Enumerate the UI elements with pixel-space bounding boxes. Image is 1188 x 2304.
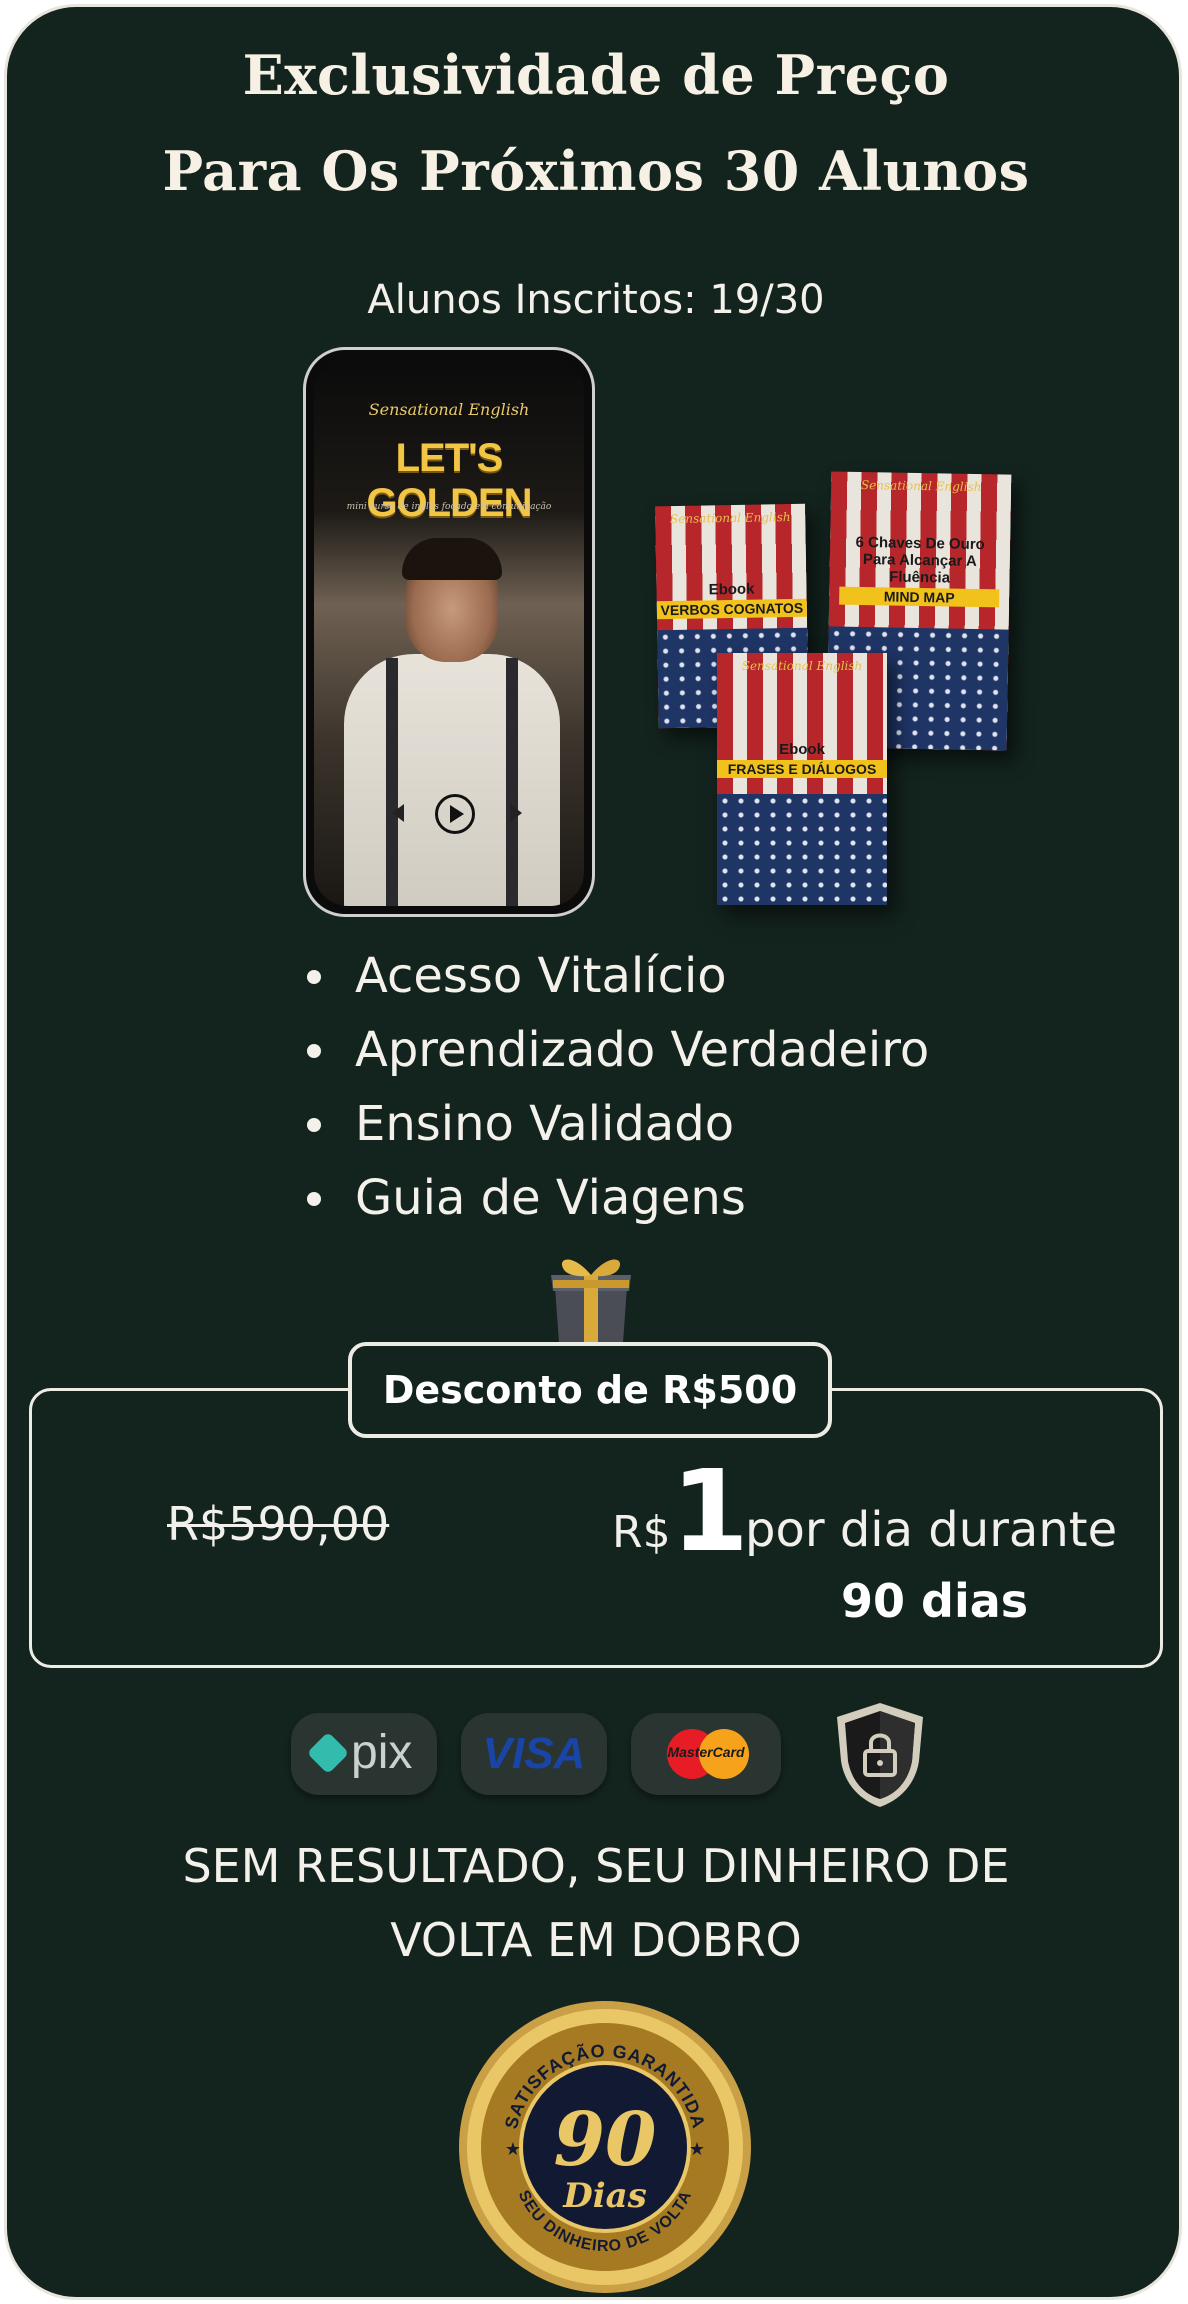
guarantee-text: SEM RESULTADO, SEU DINHEIRO DE VOLTA EM …: [7, 1829, 1179, 1977]
visa-icon: VISA: [461, 1713, 607, 1795]
book-label-band: VERBOS COGNATOS: [656, 598, 808, 620]
book-label: Ebook FRASES E DIÁLOGOS: [717, 741, 887, 778]
flag-stars: [717, 794, 887, 905]
book-label-line: 6 Chaves De Ouro Para Alcançar A Fluênci…: [855, 533, 985, 587]
visa-label: VISA: [482, 1729, 586, 1778]
enrolled-counter: Alunos Inscritos: 19/30: [367, 277, 825, 323]
book-label-band: FRASES E DIÁLOGOS: [717, 760, 887, 778]
price-duration: 90 dias: [841, 1574, 1029, 1628]
seal-word: Dias: [562, 2176, 647, 2216]
price-currency: R$: [612, 1507, 671, 1558]
pix-label: pix: [351, 1726, 413, 1779]
suspender-left: [386, 658, 398, 906]
pix-icon: pix: [291, 1713, 437, 1795]
offer-card: Exclusividade de Preço Para Os Próximos …: [4, 4, 1182, 2300]
seal-number: 90: [554, 2097, 657, 2183]
book-brand: Sensational English: [860, 477, 982, 495]
benefit-item: Aprendizado Verdadeiro: [307, 1013, 929, 1087]
seal-star-right: ★: [689, 2139, 705, 2160]
offer-title-line2: Para Os Próximos 30 Alunos: [162, 139, 1030, 203]
guarantee-seal-icon: SATISFAÇÃO GARANTIDA SEU DINHEIRO DE VOL…: [459, 2001, 751, 2293]
book-label-line: Ebook: [779, 741, 825, 758]
book-brand: Sensational English: [741, 659, 863, 673]
secure-lock-icon: [837, 1703, 923, 1807]
presenter-body: [344, 654, 560, 906]
benefits-list: Acesso Vitalício Aprendizado Verdadeiro …: [307, 939, 929, 1235]
next-icon[interactable]: [510, 804, 522, 822]
price-amount: 1: [671, 1447, 749, 1577]
mastercard-label: MasterCard: [667, 1744, 745, 1760]
benefit-item: Acesso Vitalício: [307, 939, 929, 1013]
book-label-band: MIND MAP: [839, 586, 1000, 608]
book-brand: Sensational English: [669, 509, 791, 527]
discount-badge: Desconto de R$500: [348, 1342, 832, 1438]
old-price: R$590,00: [167, 1497, 390, 1551]
presenter-hair: [402, 538, 502, 580]
guarantee-line1: SEM RESULTADO, SEU DINHEIRO DE: [182, 1839, 1010, 1893]
book-label: 6 Chaves De Ouro Para Alcançar A Fluênci…: [829, 533, 1010, 608]
previous-icon[interactable]: [392, 804, 404, 822]
play-icon[interactable]: [450, 805, 464, 823]
gift-icon: [551, 1259, 631, 1353]
seal-star-left: ★: [505, 2139, 521, 2160]
pix-mark: [306, 1731, 350, 1775]
phone-course-title: LET'S GOLDEN: [366, 436, 532, 525]
offer-title-line1: Exclusividade de Preço: [242, 43, 950, 107]
book-label-line: Ebook: [708, 580, 755, 599]
ebook-frases-dialogos: Sensational English Ebook FRASES E DIÁLO…: [717, 653, 887, 905]
price-per-day: por dia durante: [745, 1502, 1118, 1558]
phone-course-subtitle: mini curso de inglês focado em comunicaç…: [346, 502, 552, 512]
video-screen[interactable]: Sensational English LET'S GOLDEN mini cu…: [314, 358, 584, 906]
benefit-item: Ensino Validado: [307, 1087, 929, 1161]
guarantee-line2: VOLTA EM DOBRO: [390, 1913, 802, 1967]
benefit-item: Guia de Viagens: [307, 1161, 929, 1235]
book-label: Ebook VERBOS COGNATOS: [656, 580, 808, 620]
course-video-phone[interactable]: Sensational English LET'S GOLDEN mini cu…: [303, 347, 595, 917]
phone-brand: Sensational English: [368, 400, 530, 419]
mastercard-icon: MasterCard: [631, 1713, 781, 1795]
suspender-right: [506, 658, 518, 906]
